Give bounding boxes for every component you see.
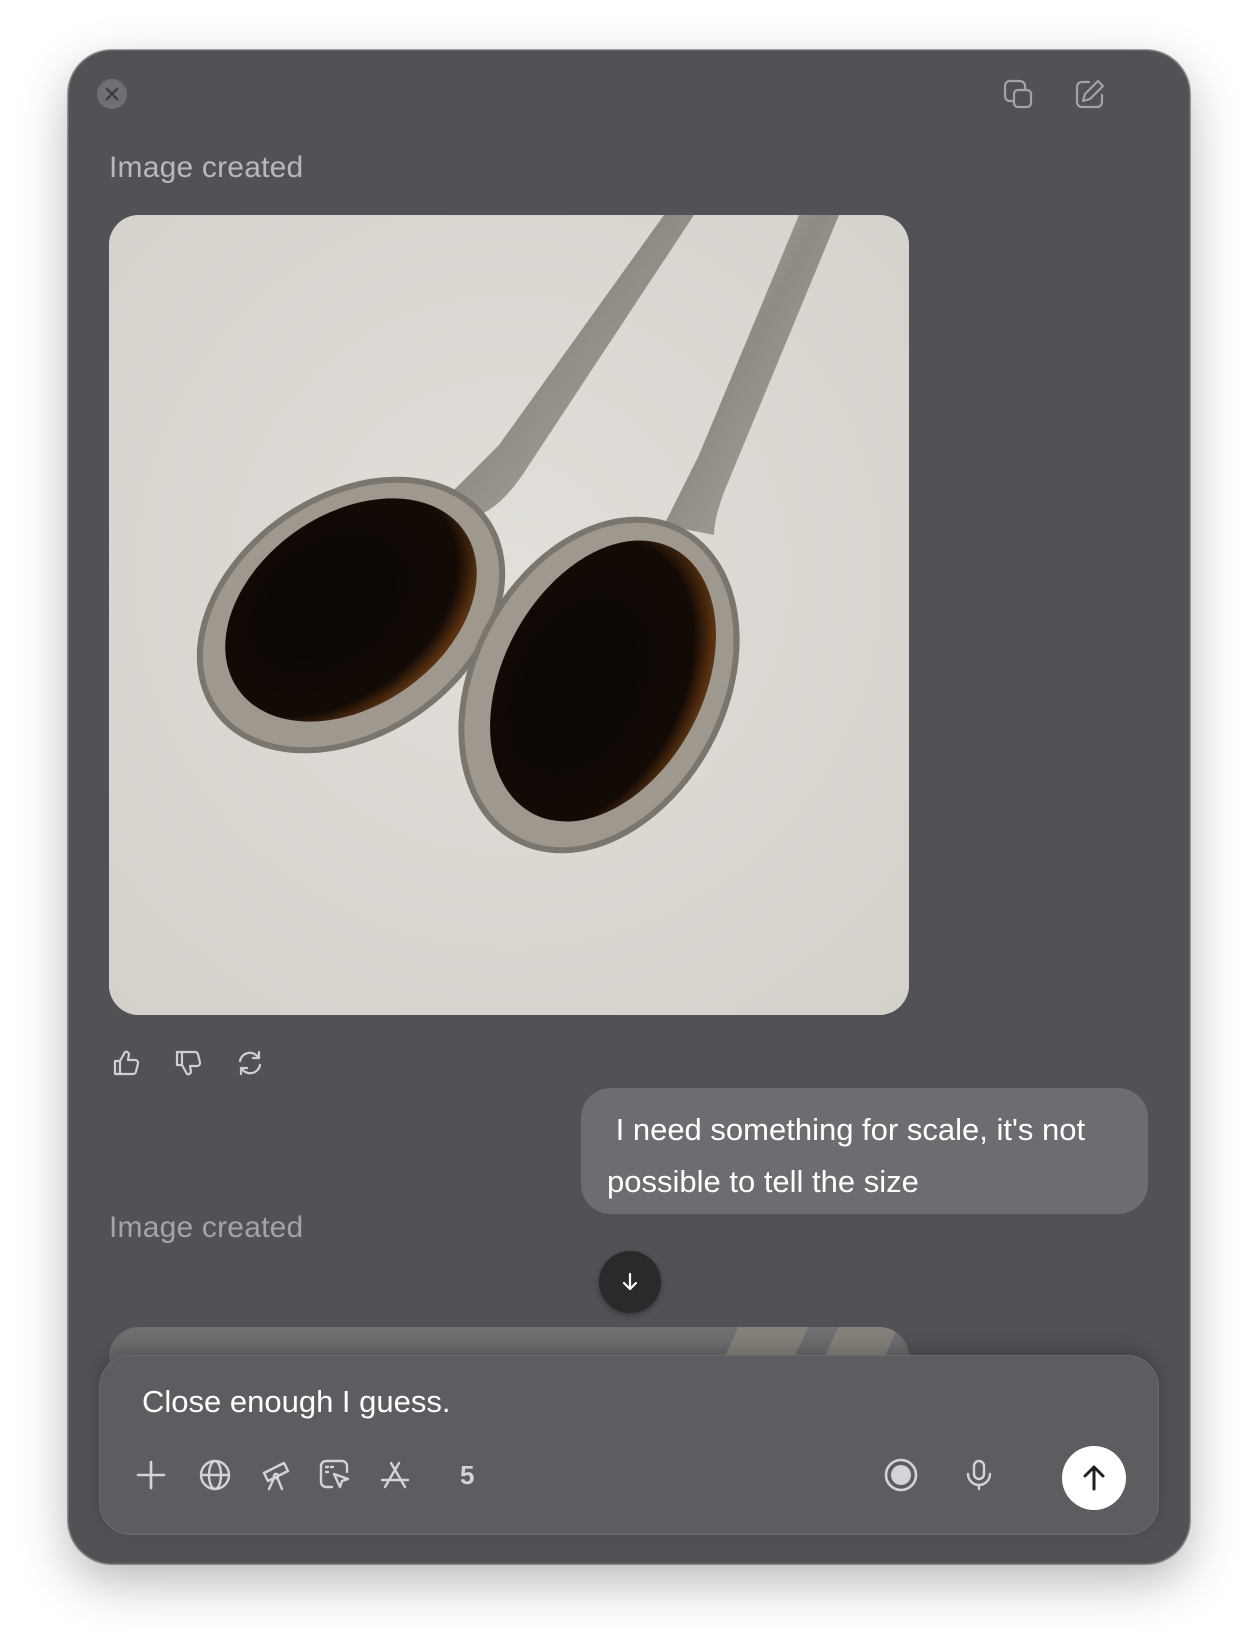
thumbs-down-button[interactable] — [171, 1046, 205, 1080]
arrow-down-icon — [622, 1272, 638, 1291]
new-chat-button[interactable] — [1071, 75, 1109, 113]
deep-research-button[interactable] — [256, 1454, 298, 1496]
tools-count: 5 — [460, 1460, 475, 1490]
image-created-label-2: Image created — [109, 1211, 304, 1244]
spoons-image — [109, 215, 909, 1015]
user-message-bubble: I need something for scale, it's not pos… — [581, 1088, 1148, 1214]
thumbs-up-icon — [113, 1050, 140, 1076]
scroll-to-bottom-button[interactable] — [599, 1251, 661, 1313]
canvas-select-button[interactable] — [314, 1454, 356, 1496]
attach-button[interactable] — [130, 1454, 172, 1496]
regenerate-button[interactable] — [233, 1046, 267, 1080]
message-composer: Close enough I guess. 5 — [99, 1355, 1159, 1535]
globe-icon — [199, 1459, 231, 1491]
app-store-button[interactable] — [374, 1454, 416, 1496]
arrow-up-icon — [1083, 1465, 1105, 1491]
generated-image[interactable] — [109, 215, 909, 1015]
close-icon — [105, 87, 119, 101]
message-input[interactable]: Close enough I guess. — [142, 1384, 451, 1420]
compose-icon — [1075, 79, 1105, 109]
copy-window-icon — [1003, 79, 1033, 109]
chat-window: Image created I need something for scale… — [68, 50, 1190, 1564]
voice-mode-icon — [884, 1458, 918, 1492]
web-search-button[interactable] — [194, 1454, 236, 1496]
regenerate-icon — [238, 1050, 262, 1076]
open-in-window-button[interactable] — [999, 75, 1037, 113]
thumbs-up-button[interactable] — [109, 1046, 143, 1080]
thumbs-down-icon — [175, 1050, 202, 1076]
app-store-icon — [380, 1461, 410, 1489]
image-created-label: Image created — [109, 151, 304, 184]
voice-mode-button[interactable] — [880, 1454, 922, 1496]
dictation-button[interactable] — [958, 1454, 1000, 1496]
microphone-icon — [966, 1459, 992, 1491]
telescope-icon — [262, 1461, 290, 1491]
send-button[interactable] — [1062, 1446, 1126, 1510]
plus-icon — [136, 1460, 166, 1490]
user-message-line: I need something for scale, it's not — [607, 1112, 1086, 1147]
close-button[interactable] — [97, 79, 127, 109]
message-actions — [109, 1046, 267, 1080]
select-pointer-icon — [319, 1459, 350, 1489]
user-message-line: possible to tell the size — [607, 1164, 919, 1199]
